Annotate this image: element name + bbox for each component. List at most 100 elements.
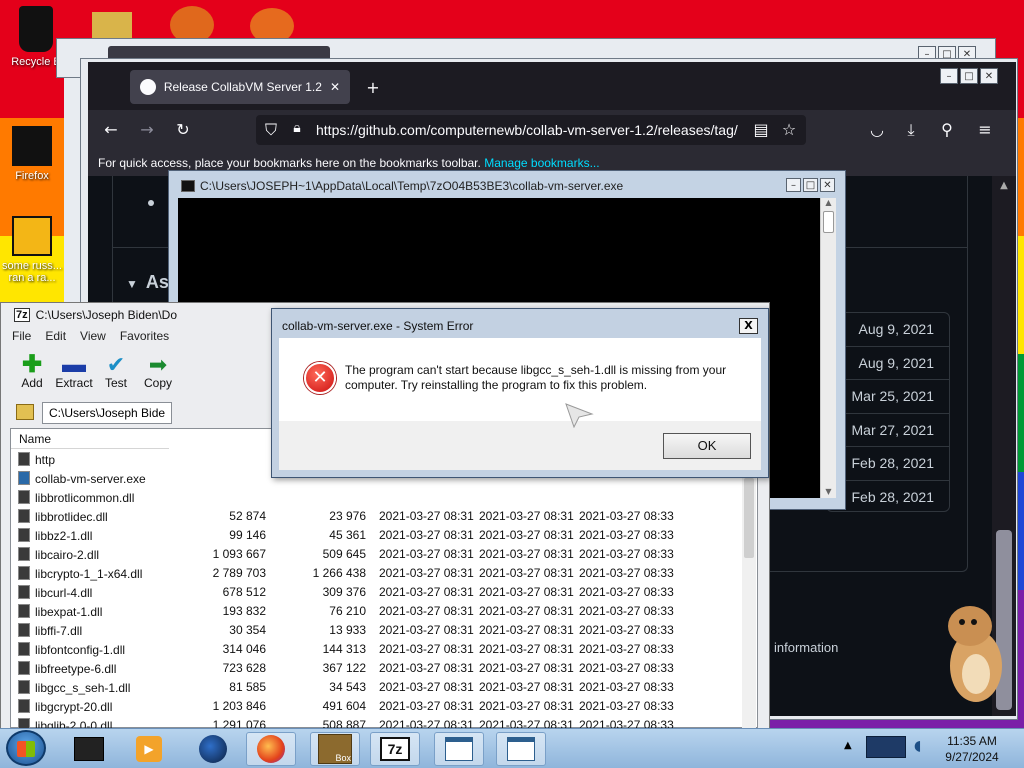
file-name: libgcc_s_seh-1.dll <box>35 681 131 695</box>
column-header-name[interactable]: Name <box>11 429 169 449</box>
volume-icon[interactable]: ◖ <box>914 738 921 754</box>
extract-button[interactable]: ▬ Extract <box>50 353 98 391</box>
taskbar-item-firefox[interactable] <box>246 732 296 766</box>
scrollbar-thumb[interactable] <box>823 211 834 233</box>
file-size: 30 354 <box>229 623 266 637</box>
manage-bookmarks-link[interactable]: Manage bookmarks... <box>484 156 599 170</box>
file-size: 52 874 <box>229 509 266 523</box>
file-row[interactable]: libbz2-1.dll 99 146 45 361 2021-03-27 08:31… <box>18 528 738 547</box>
reload-icon[interactable]: ↻ <box>172 120 194 139</box>
exe-file-icon <box>18 471 30 485</box>
scroll-up-icon[interactable]: ▲ <box>821 198 836 207</box>
recycle-bin-icon <box>19 6 53 52</box>
start-button[interactable] <box>6 730 46 766</box>
forward-icon[interactable]: → <box>136 120 158 139</box>
file-row[interactable]: libcairo-2.dll 1 093 667 509 645 2021-03-27… <box>18 547 738 566</box>
file-size: 314 046 <box>222 642 266 656</box>
downloads-icon[interactable]: ⤓ <box>900 120 922 140</box>
file-name: libbrotlidec.dll <box>35 510 108 524</box>
minimize-icon[interactable]: – <box>786 178 801 192</box>
file-created: 2021-03-27 08:31 <box>479 604 574 618</box>
file-icon <box>18 604 30 618</box>
dialog-close-button[interactable]: X <box>739 318 758 334</box>
new-tab-icon[interactable]: + <box>362 78 384 97</box>
desktop-icon-some-russ[interactable]: some russ... ran a ra... <box>0 216 64 284</box>
file-packed-size: 23 976 <box>329 509 366 523</box>
desktop-icon-firefox[interactable]: Firefox <box>0 126 64 182</box>
copy-button[interactable]: ➡ Copy <box>134 354 182 391</box>
taskbar-item-7zip[interactable]: 7z <box>370 732 420 766</box>
file-row[interactable]: libcrypto-1_1-x64.dll 2 789 703 1 266 438 2… <box>18 566 738 585</box>
asset-date: Aug 9, 2021 <box>840 346 950 379</box>
minimize-icon[interactable]: – <box>940 68 958 84</box>
file-row[interactable]: libbrotlidec.dll 52 874 23 976 2021-03-27 0… <box>18 509 738 528</box>
close-icon[interactable]: ✕ <box>980 68 998 84</box>
globe-icon <box>199 735 227 763</box>
file-name: http <box>35 453 56 467</box>
file-size: 1 203 846 <box>212 699 266 713</box>
pocket-icon[interactable]: ◡ <box>866 120 888 139</box>
network-icon[interactable] <box>866 736 906 758</box>
scrollbar-thumb[interactable] <box>744 478 754 558</box>
desktop-icon-label: Firefox <box>15 170 49 182</box>
reader-view-icon[interactable]: ▤ <box>750 120 772 139</box>
scroll-up-icon[interactable]: ▲ <box>992 176 1016 191</box>
taskbar-item-globe[interactable] <box>188 732 238 766</box>
file-name: libbz2-1.dll <box>35 529 93 543</box>
tab-close-icon[interactable]: ✕ <box>330 80 340 94</box>
ok-button[interactable]: OK <box>663 433 751 459</box>
window-icon <box>445 737 473 761</box>
menu-edit[interactable]: Edit <box>45 329 66 343</box>
file-row[interactable]: libfontconfig-1.dll 314 046 144 313 2021-03… <box>18 642 738 661</box>
show-hidden-icons-icon[interactable]: ▲ <box>844 740 852 751</box>
file-row[interactable]: libfreetype-6.dll 723 628 367 122 2021-03-2… <box>18 661 738 680</box>
desktop-icon-label: some russ... ran a ra... <box>2 260 62 284</box>
add-button[interactable]: ✚ Add <box>8 353 56 391</box>
triangle-down-icon: ▼ <box>126 277 138 291</box>
file-modified: 2021-03-27 08:31 <box>379 585 474 599</box>
file-icon <box>18 661 30 675</box>
file-size: 193 832 <box>222 604 266 618</box>
file-list-scrollbar[interactable] <box>742 438 756 728</box>
footer-information-text[interactable]: information <box>774 640 838 655</box>
menu-icon[interactable]: ≡ <box>974 120 996 139</box>
file-row[interactable]: libbrotlicommon.dll <box>18 490 738 509</box>
file-created: 2021-03-27 08:31 <box>479 661 574 675</box>
menu-file[interactable]: File <box>12 329 31 343</box>
file-modified: 2021-03-27 08:31 <box>379 680 474 694</box>
file-row[interactable]: libffi-7.dll 30 354 13 933 2021-03-27 08:31… <box>18 623 738 642</box>
file-size: 723 628 <box>222 661 266 675</box>
back-icon[interactable]: ← <box>100 120 122 139</box>
console-scrollbar[interactable]: ▲ ▼ <box>820 198 836 498</box>
file-row[interactable]: libcurl-4.dll 678 512 309 376 2021-03-27 08… <box>18 585 738 604</box>
extensions-icon[interactable]: ⚲ <box>936 120 958 139</box>
clock[interactable]: 11:35 AM 9/27/2024 <box>940 733 1004 765</box>
taskbar-item-media-player[interactable]: ▶ <box>124 732 174 766</box>
taskbar-item-console[interactable] <box>434 732 484 766</box>
file-modified: 2021-03-27 08:31 <box>379 623 474 637</box>
media-player-icon: ▶ <box>136 736 162 762</box>
folder-up-icon[interactable] <box>16 404 34 420</box>
error-icon: ✕ <box>304 362 336 394</box>
tab-release-collabvm[interactable]: Release CollabVM Server 1.2.11 ✕ <box>130 70 350 104</box>
taskbar-item-terminal[interactable] <box>64 732 114 766</box>
file-row[interactable]: libexpat-1.dll 193 832 76 210 2021-03-27 08… <box>18 604 738 623</box>
close-icon[interactable]: ✕ <box>820 178 835 192</box>
taskbar-item-box[interactable]: Box <box>310 732 360 766</box>
file-row[interactable]: libgcrypt-20.dll 1 203 846 491 604 2021-03-… <box>18 699 738 718</box>
address-field[interactable]: C:\Users\Joseph Bide <box>42 402 172 424</box>
maximize-icon[interactable]: □ <box>960 68 978 84</box>
shield-icon[interactable]: ⛉ <box>260 120 282 140</box>
scroll-down-icon[interactable]: ▼ <box>821 487 836 496</box>
url-bar[interactable]: https://github.com/computernewb/collab-v… <box>256 115 806 145</box>
file-row[interactable]: libgcc_s_seh-1.dll 81 585 34 543 2021-03-27… <box>18 680 738 699</box>
bookmark-star-icon[interactable]: ☆ <box>778 120 800 139</box>
asset-date: Mar 27, 2021 <box>840 413 950 446</box>
file-name: libgcrypt-20.dll <box>35 700 113 714</box>
github-icon <box>140 79 156 95</box>
menu-view[interactable]: View <box>80 329 106 343</box>
menu-favorites[interactable]: Favorites <box>120 329 169 343</box>
maximize-icon[interactable]: □ <box>803 178 818 192</box>
test-button[interactable]: ✔ Test <box>92 354 140 391</box>
taskbar-item-dialog[interactable] <box>496 732 546 766</box>
